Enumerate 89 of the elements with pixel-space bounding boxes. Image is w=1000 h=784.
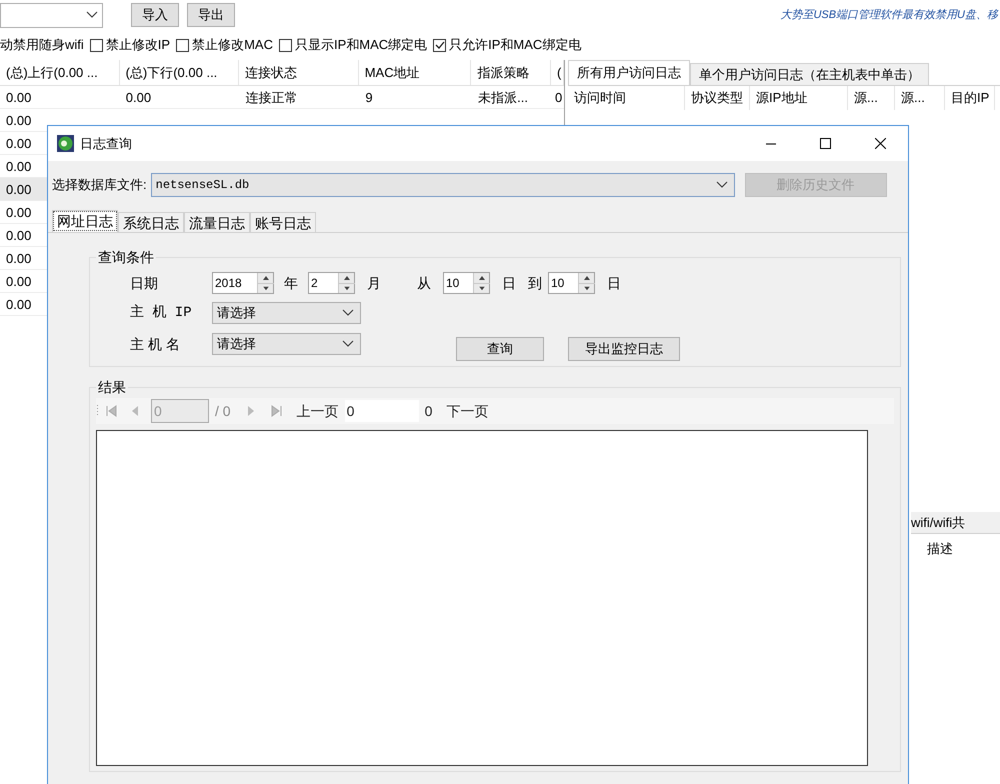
unit-label: 日 xyxy=(607,274,621,292)
option-label: 动禁用随身wifi xyxy=(0,36,84,54)
host-name-combo[interactable]: 请选择 xyxy=(212,333,361,355)
column-header[interactable]: 源... xyxy=(895,86,945,110)
column-header[interactable]: 源IP地址 xyxy=(750,86,848,110)
column-header[interactable]: 协议类型 xyxy=(685,86,750,110)
toolbar-button[interactable]: 导入 xyxy=(131,3,179,27)
query-button[interactable]: 查询 xyxy=(456,337,544,361)
checkbox-icon[interactable] xyxy=(433,38,446,52)
table-cell: 0.00 xyxy=(6,205,32,220)
column-header[interactable]: (总)上行(0.00 ... xyxy=(0,60,120,85)
group-title: 查询条件 xyxy=(97,248,155,267)
spin-arrows-icon[interactable] xyxy=(257,273,273,293)
toolbar-button[interactable]: 导出 xyxy=(187,3,235,27)
option-checkbox[interactable]: 禁止修改IP xyxy=(90,35,170,55)
table-cell: 0.00 xyxy=(6,136,32,151)
window-title: 日志查询 xyxy=(80,134,132,153)
previous-page-button[interactable]: 上一页 xyxy=(296,400,339,422)
checkbox-icon[interactable] xyxy=(90,38,103,52)
checkbox-icon[interactable] xyxy=(176,38,190,52)
table-cell: 0.00 xyxy=(6,228,32,243)
table-cell: 0.00 xyxy=(6,274,32,289)
tab[interactable]: wifi/wifi共 xyxy=(911,512,1000,534)
table-cell: 0 xyxy=(555,90,562,105)
spin-value: 2 xyxy=(310,275,319,292)
record-count: 0 xyxy=(424,402,432,420)
column-header[interactable]: ( xyxy=(551,60,564,85)
checkbox-icon[interactable] xyxy=(278,38,292,52)
tab[interactable]: 网址日志 xyxy=(52,210,118,232)
option-checkbox[interactable]: 只显示IP和MAC绑定电 xyxy=(278,35,428,55)
table-cell: 未指派... xyxy=(478,90,528,105)
tab[interactable]: 账号日志 xyxy=(250,212,316,232)
page-number-field[interactable]: 0 xyxy=(344,400,419,422)
database-combo[interactable]: netsenseSL.db xyxy=(150,173,735,197)
tab[interactable]: 所有用户访问日志 xyxy=(568,60,690,85)
export-log-button[interactable]: 导出监控日志 xyxy=(568,337,680,361)
group-title: 结果 xyxy=(97,378,127,397)
column-header[interactable]: 指派策略 xyxy=(471,60,551,85)
host-ip-combo[interactable]: 请选择 xyxy=(212,302,361,324)
column-header[interactable]: (总)下行(0.00 ... xyxy=(120,60,240,85)
column-header[interactable]: 连接状态 xyxy=(239,60,359,85)
table-cell: 0.00 xyxy=(6,182,32,197)
chevron-down-icon xyxy=(86,11,98,19)
chevron-down-icon xyxy=(342,340,354,348)
option-checkbox[interactable]: 禁止修改MAC xyxy=(176,35,273,55)
tab[interactable]: 单个用户访问日志（在主机表中单击） xyxy=(690,63,929,85)
field-label: 日期 xyxy=(130,274,159,292)
field-label: 选择数据库文件: xyxy=(52,176,147,194)
field-label: 从 xyxy=(417,274,431,292)
app-icon xyxy=(57,135,74,152)
table-cell: 9 xyxy=(365,90,373,105)
column-header[interactable]: 描述 xyxy=(911,534,1000,564)
field-label: 主 机 名 xyxy=(130,334,181,354)
chevron-down-icon xyxy=(342,309,354,317)
maximize-icon xyxy=(820,138,831,149)
spin-arrows-icon[interactable] xyxy=(578,273,594,293)
table-cell: 0.00 xyxy=(6,113,32,128)
column-header[interactable]: 目的IP xyxy=(945,86,995,110)
column-header[interactable]: MAC地址 xyxy=(358,60,472,85)
spin-value: 10 xyxy=(550,275,566,292)
next-page-button[interactable]: 下一页 xyxy=(446,400,488,422)
spin-field[interactable]: 2 xyxy=(308,272,355,294)
table-cell: 连接正常 xyxy=(246,90,298,105)
table-cell: 0.00 xyxy=(126,90,152,105)
unit-label: 年 xyxy=(284,274,298,292)
column-header[interactable]: 访问时间 xyxy=(568,86,685,110)
page-total: / 0 xyxy=(215,402,231,420)
spin-field[interactable]: 2018 xyxy=(212,272,274,294)
spin-arrows-icon[interactable] xyxy=(473,273,489,293)
spin-field[interactable]: 10 xyxy=(548,272,595,294)
spin-field[interactable]: 10 xyxy=(443,272,490,294)
spin-value: 2018 xyxy=(214,275,243,292)
table-cell: 0.00 xyxy=(6,251,32,266)
option-checkbox[interactable]: 只允许IP和MAC绑定电 xyxy=(433,35,582,55)
spin-value: 10 xyxy=(445,275,460,292)
table-cell: 0.00 xyxy=(6,159,32,174)
spin-arrows-icon[interactable] xyxy=(338,273,354,293)
close-icon xyxy=(875,138,886,149)
tab[interactable]: 流量日志 xyxy=(184,212,250,232)
column-header[interactable]: 源... xyxy=(848,86,895,110)
banner-text: 大势至USB端口管理软件最有效禁用U盘、移 xyxy=(780,8,1000,23)
table-cell: 0.00 xyxy=(6,90,32,105)
unit-label: 日 xyxy=(502,274,516,292)
tab[interactable]: 系统日志 xyxy=(118,212,184,232)
field-label: 到 xyxy=(528,274,542,292)
field-label: 主 机 IP xyxy=(130,303,193,322)
unit-label: 月 xyxy=(367,274,381,292)
chevron-down-icon xyxy=(716,181,728,189)
table-cell: 0.00 xyxy=(6,297,32,312)
